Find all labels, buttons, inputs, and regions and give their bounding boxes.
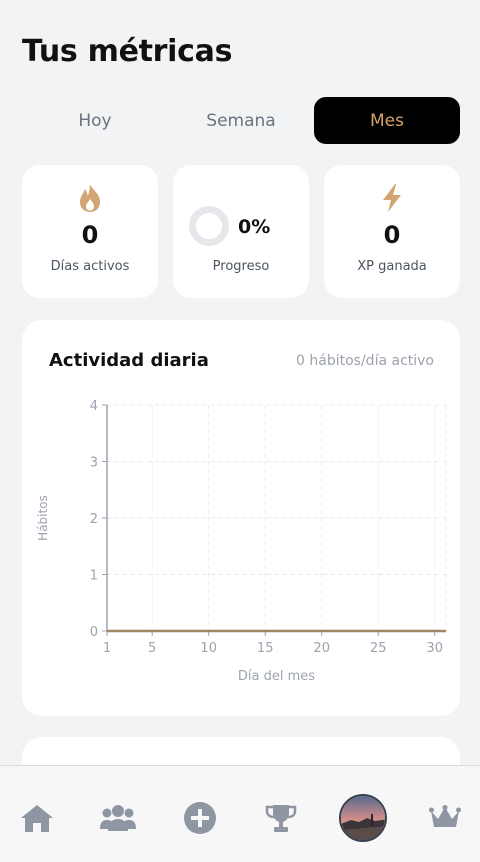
- tab-mes[interactable]: Mes: [314, 97, 460, 144]
- trophy-icon: [265, 805, 297, 832]
- x-tick-label: 5: [148, 641, 156, 656]
- nav-add[interactable]: [180, 798, 220, 838]
- nav-groups[interactable]: [98, 798, 138, 838]
- y-axis-label: Hábitos: [36, 495, 50, 541]
- avatar[interactable]: [339, 794, 387, 842]
- period-tabs: Hoy Semana Mes: [22, 97, 460, 144]
- nav-trophy[interactable]: [261, 798, 301, 838]
- x-tick-label: 25: [370, 641, 387, 656]
- x-tick-label: 1: [103, 641, 111, 656]
- y-tick-label: 4: [90, 399, 98, 414]
- xp-card: 0 XP ganada: [324, 165, 460, 298]
- tab-hoy[interactable]: Hoy: [22, 97, 168, 144]
- page-title: Tus métricas: [22, 34, 233, 69]
- progress-value: 0%: [238, 216, 271, 238]
- nav-home[interactable]: [17, 798, 57, 838]
- daily-activity-card: Actividad diaria 0 hábitos/día activo 01…: [22, 320, 460, 716]
- x-tick-label: 10: [200, 641, 217, 656]
- flame-icon: [76, 183, 104, 213]
- x-tick-label: 20: [313, 641, 330, 656]
- home-icon: [21, 805, 53, 832]
- nav-premium[interactable]: [425, 798, 465, 838]
- active-days-card: 0 Días activos: [22, 165, 158, 298]
- group-icon: [100, 805, 136, 831]
- daily-activity-chart: 012341 5 10 15 20 25 30Día del mesHábitos: [36, 399, 447, 684]
- y-tick-label: 2: [90, 512, 98, 527]
- lightning-icon: [378, 183, 406, 213]
- y-tick-label: 3: [90, 456, 98, 471]
- bottom-nav: [0, 765, 480, 862]
- tab-semana[interactable]: Semana: [168, 97, 314, 144]
- progress-ring: [189, 206, 229, 246]
- x-tick-label: 30: [426, 641, 443, 656]
- avatar-photo: [341, 796, 385, 840]
- xp-value: 0: [383, 221, 401, 249]
- progress-label: Progreso: [212, 259, 270, 274]
- progress-card: 0% Progreso: [173, 165, 309, 298]
- x-axis-label: Día del mes: [238, 669, 315, 684]
- active-days-label: Días activos: [50, 259, 130, 274]
- add-icon: [184, 802, 216, 834]
- y-tick-label: 0: [90, 625, 98, 640]
- y-tick-label: 1: [90, 569, 98, 584]
- xp-label: XP ganada: [357, 259, 427, 274]
- crown-icon: [429, 805, 461, 827]
- active-days-value: 0: [81, 221, 99, 249]
- x-tick-label: 15: [257, 641, 274, 656]
